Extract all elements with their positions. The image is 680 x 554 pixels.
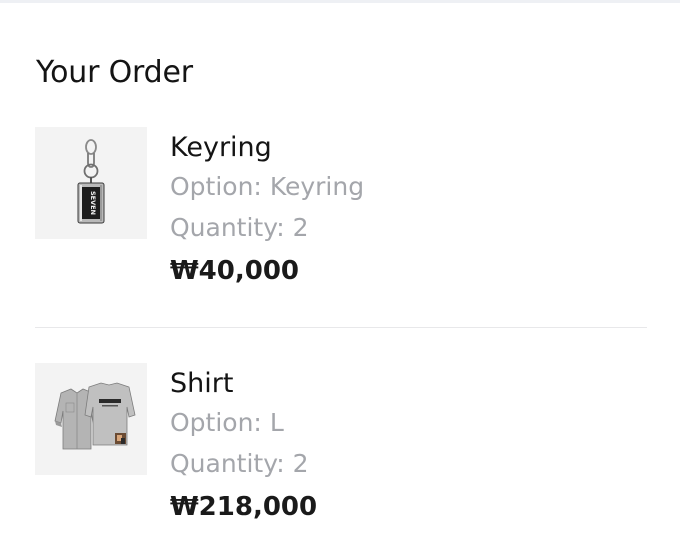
section-title: Your Order xyxy=(36,55,193,90)
item-quantity: Quantity: 2 xyxy=(170,446,309,482)
quantity-value: 2 xyxy=(292,213,309,242)
keyring-tag-text: SEVEN xyxy=(89,191,97,215)
quantity-value: 2 xyxy=(292,449,309,478)
option-label: Option: xyxy=(170,172,270,201)
item-price: ₩218,000 xyxy=(170,492,318,522)
order-item[interactable]: SEVEN Keyring Option: Keyring Quantity: … xyxy=(0,127,680,287)
item-divider xyxy=(35,327,647,328)
option-label: Option: xyxy=(170,408,270,437)
item-option: Option: Keyring xyxy=(170,169,364,205)
item-price: ₩40,000 xyxy=(170,256,300,286)
item-name: Keyring xyxy=(170,132,272,163)
item-option: Option: L xyxy=(170,405,284,441)
order-summary-page: Your Order SEVEN Keyring Option: Keyring… xyxy=(0,0,680,554)
option-value: Keyring xyxy=(269,172,365,201)
item-quantity: Quantity: 2 xyxy=(170,210,309,246)
item-name: Shirt xyxy=(170,368,234,399)
keyring-product-image[interactable]: SEVEN xyxy=(35,127,147,239)
quantity-label: Quantity: xyxy=(170,449,293,478)
order-item[interactable]: Shirt Option: L Quantity: 2 ₩218,000 xyxy=(0,363,680,523)
shirt-product-image[interactable] xyxy=(35,363,147,475)
option-value: L xyxy=(269,408,284,437)
keyring-icon: SEVEN xyxy=(77,139,105,224)
shirt-icon xyxy=(54,382,136,450)
quantity-label: Quantity: xyxy=(170,213,293,242)
